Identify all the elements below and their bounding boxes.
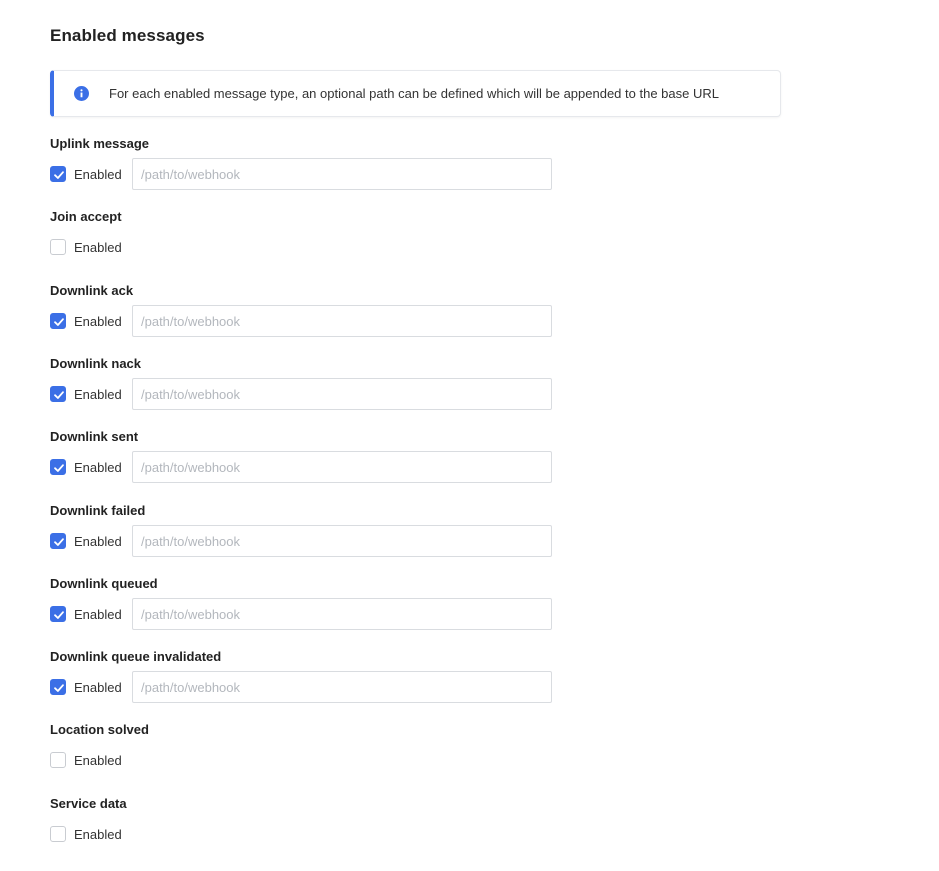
enabled-label[interactable]: Enabled [74,607,122,622]
message-row: Enabled [50,525,570,557]
enabled-checkbox-checked[interactable] [50,606,66,622]
message-row: Enabled [50,451,570,483]
path-input[interactable] [132,378,552,410]
enabled-label[interactable]: Enabled [74,753,122,768]
message-row: Enabled [50,818,570,850]
message-row: Enabled [50,158,570,190]
enabled-label[interactable]: Enabled [74,680,122,695]
enabled-label[interactable]: Enabled [74,460,122,475]
message-row: Enabled [50,305,570,337]
path-input[interactable] [132,598,552,630]
path-input[interactable] [132,451,552,483]
info-notice: For each enabled message type, an option… [50,70,781,117]
message-row: Enabled [50,671,570,703]
info-icon [74,86,89,101]
enabled-label[interactable]: Enabled [74,827,122,842]
message-label: Uplink message [50,136,149,151]
message-row: Enabled [50,598,570,630]
message-label: Service data [50,796,127,811]
enabled-label[interactable]: Enabled [74,534,122,549]
path-input[interactable] [132,525,552,557]
enabled-checkbox-checked[interactable] [50,313,66,329]
enabled-label[interactable]: Enabled [74,314,122,329]
enabled-checkbox[interactable] [50,239,66,255]
path-input[interactable] [132,671,552,703]
message-row: Enabled [50,231,570,263]
enabled-checkbox-checked[interactable] [50,386,66,402]
message-label: Join accept [50,209,122,224]
enabled-checkbox-checked[interactable] [50,459,66,475]
message-label: Downlink nack [50,356,142,371]
message-label: Downlink queued [50,576,158,591]
enabled-checkbox[interactable] [50,752,66,768]
path-input[interactable] [132,305,552,337]
enabled-checkbox-checked[interactable] [50,533,66,549]
enabled-label[interactable]: Enabled [74,167,122,182]
message-label: Downlink sent [50,429,139,444]
message-row: Enabled [50,378,570,410]
message-label: Downlink ack [50,283,134,298]
enabled-label[interactable]: Enabled [74,240,122,255]
message-row: Enabled [50,744,570,776]
notice-text: For each enabled message type, an option… [109,86,719,101]
message-label: Downlink queue invalidated [50,649,222,664]
message-label: Location solved [50,722,149,737]
path-input[interactable] [132,158,552,190]
message-label: Downlink failed [50,503,146,518]
section-title: Enabled messages [50,26,205,45]
enabled-label[interactable]: Enabled [74,387,122,402]
enabled-checkbox[interactable] [50,826,66,842]
enabled-checkbox-checked[interactable] [50,166,66,182]
enabled-checkbox-checked[interactable] [50,679,66,695]
